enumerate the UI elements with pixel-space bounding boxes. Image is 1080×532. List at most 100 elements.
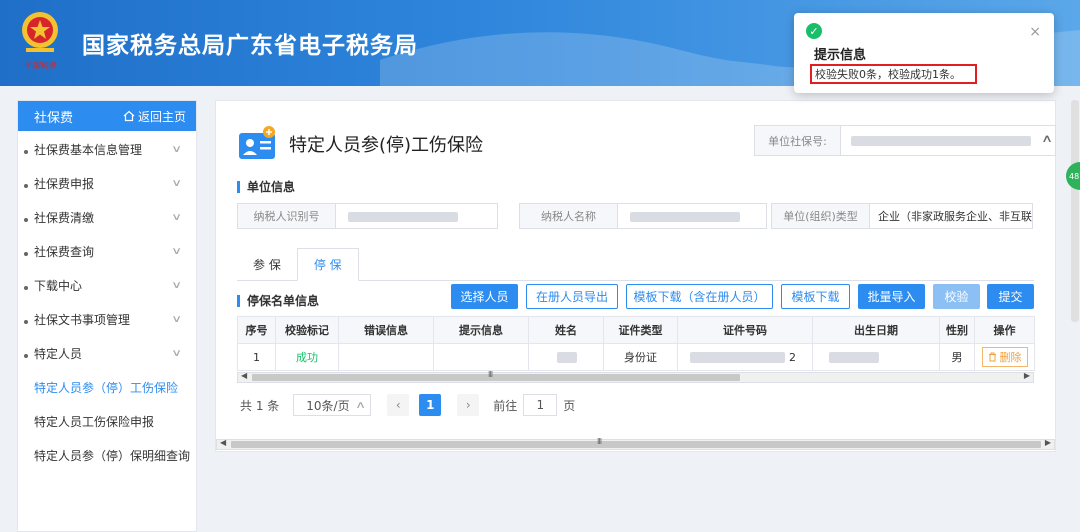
site-title: 国家税务总局广东省电子税务局 (82, 33, 418, 59)
col-header: 证件类型 (603, 316, 678, 344)
sidebar-header: 社保费 返回主页 (18, 101, 196, 131)
redacted-value (851, 136, 1031, 146)
close-icon[interactable]: × (1029, 24, 1041, 40)
scrollbar-thumb[interactable] (231, 441, 1041, 448)
table-horizontal-scrollbar[interactable]: ◀ III ▶ (237, 370, 1034, 383)
sidebar: 社保费 返回主页 社保费基本信息管理 ∨ 社保费申报 ∨ 社保费清缴 ∨ 社保费查询 ∨… (17, 100, 197, 532)
taxpayer-name-value (618, 204, 766, 228)
panel-horizontal-scrollbar[interactable]: ◀ III ▶ (216, 437, 1055, 450)
cell-error (338, 343, 434, 371)
col-header: 出生日期 (812, 316, 940, 344)
home-label: 返回主页 (137, 109, 186, 124)
chevron-down-icon: ∨ (170, 143, 182, 155)
section-title-list: 停保名单信息 (237, 295, 319, 307)
chevron-down-icon: ∨ (170, 177, 182, 189)
home-icon (123, 110, 135, 122)
scroll-left-arrow-icon[interactable]: ◀ (241, 371, 247, 380)
next-page-button[interactable]: › (457, 394, 480, 416)
scroll-left-arrow-icon[interactable]: ◀ (220, 438, 226, 447)
sidebar-item-documents[interactable]: 社保文书事项管理 ∨ (18, 302, 196, 336)
org-type-field: 单位(组织)类型 企业（非家政服务企业、非互联网 (771, 203, 1033, 229)
home-link[interactable]: 返回主页 (123, 108, 186, 125)
col-header: 操作 (974, 316, 1035, 344)
cell-action: 删除 (974, 343, 1035, 371)
col-header: 校验标记 (275, 316, 339, 344)
taxpayer-id-field: 纳税人识别号 (237, 203, 498, 229)
page-title: 特定人员参(停)工伤保险 (289, 135, 484, 156)
stop-list-table: 序号 校验标记 错误信息 提示信息 姓名 证件类型 证件号码 出生日期 性别 操… (237, 316, 1035, 371)
taxpayer-id-value (336, 204, 497, 228)
page-size-select[interactable]: 10条/页 ∧ (293, 394, 372, 416)
main-panel: 特定人员参(停)工伤保险 单位社保号: ∧ 单位信息 纳税人识别号 纳税人名称 … (215, 100, 1056, 452)
section-title-unit: 单位信息 (237, 181, 295, 193)
success-check-icon: ✓ (806, 23, 822, 39)
sidebar-subitem-injury-declare[interactable]: 特定人员工伤保险申报 (18, 404, 196, 438)
cell-no: 1 (237, 343, 276, 371)
cell-verify-mark: 成功 (275, 343, 339, 371)
template-download-button[interactable]: 模板下载 (781, 284, 850, 309)
scrollbar-grip-icon: III (597, 437, 602, 446)
sidebar-subitem-detail-query[interactable]: 特定人员参（停）保明细查询 (18, 438, 196, 472)
sidebar-item-declare[interactable]: 社保费申报 ∨ (18, 166, 196, 200)
sidebar-item-special-persons[interactable]: 特定人员 ∨ (18, 336, 196, 370)
sidebar-subitem-injury-enroll[interactable]: 特定人员参（停）工伤保险 (18, 370, 196, 404)
taxpayer-id-label: 纳税人识别号 (238, 204, 336, 228)
cell-id-type: 身份证 (603, 343, 678, 371)
tab-enroll[interactable]: 参 保 (237, 248, 297, 281)
unit-social-no-select[interactable]: 单位社保号: ∧ (754, 125, 1056, 156)
current-page-button[interactable]: 1 (419, 394, 442, 416)
cell-name (528, 343, 604, 371)
chevron-down-icon: ∨ (170, 313, 182, 325)
sidebar-item-query[interactable]: 社保费查询 ∨ (18, 234, 196, 268)
table-row: 1 成功 身份证 2 男 删除 (237, 343, 1035, 371)
sidebar-item-payment[interactable]: 社保费清缴 ∨ (18, 200, 196, 234)
toast-message: 校验失败0条，校验成功1条。 (810, 64, 977, 84)
tab-stop[interactable]: 停 保 (296, 248, 359, 281)
sidebar-item-label: 下载中心 (34, 278, 83, 293)
template-with-persons-button[interactable]: 模板下载（含在册人员） (626, 284, 773, 309)
scroll-right-arrow-icon[interactable]: ▶ (1045, 438, 1051, 447)
submit-button[interactable]: 提交 (987, 284, 1034, 309)
page-vertical-scrollbar[interactable] (1071, 100, 1079, 322)
chevron-down-icon: ∨ (170, 245, 182, 257)
svg-text:中国税务: 中国税务 (24, 61, 57, 70)
delete-label: 删除 (999, 351, 1022, 364)
sidebar-item-basic-info[interactable]: 社保费基本信息管理 ∨ (18, 132, 196, 166)
id-number-tail: 2 (789, 351, 796, 364)
sidebar-item-label: 社保费申报 (34, 176, 95, 191)
col-header: 序号 (237, 316, 276, 344)
export-button[interactable]: 在册人员导出 (526, 284, 618, 309)
col-header: 错误信息 (338, 316, 434, 344)
scroll-right-arrow-icon[interactable]: ▶ (1024, 371, 1030, 380)
toast-title: 提示信息 (814, 48, 867, 63)
select-person-button[interactable]: 选择人员 (451, 284, 518, 309)
scrollbar-thumb[interactable] (252, 374, 740, 381)
batch-import-button[interactable]: 批量导入 (858, 284, 925, 309)
cell-id-number: 2 (677, 343, 813, 371)
sidebar-item-label: 社保文书事项管理 (34, 312, 131, 327)
prev-page-button[interactable]: ‹ (387, 394, 410, 416)
goto-page-input[interactable]: 1 (523, 394, 558, 416)
col-header: 姓名 (528, 316, 604, 344)
cell-gender: 男 (939, 343, 975, 371)
page-size-value: 10条/页 (306, 398, 350, 413)
sidebar-item-label: 社保费基本信息管理 (34, 142, 143, 157)
chevron-up-icon: ∧ (355, 399, 367, 411)
trash-icon (988, 352, 996, 362)
sidebar-title: 社保费 (34, 110, 74, 126)
person-card-icon (239, 126, 275, 159)
goto-label: 前往 (493, 398, 518, 413)
chevron-down-icon: ∨ (170, 279, 182, 291)
side-floating-badge[interactable]: 48 (1066, 162, 1080, 190)
cell-hint (433, 343, 529, 371)
scrollbar-grip-icon: III (488, 370, 493, 379)
cell-birth-date (812, 343, 940, 371)
delete-row-button[interactable]: 删除 (981, 347, 1028, 367)
col-header: 性别 (939, 316, 975, 344)
taxpayer-name-label: 纳税人名称 (520, 204, 618, 228)
chevron-up-icon: ∧ (1040, 132, 1054, 145)
sidebar-item-download[interactable]: 下载中心 ∨ (18, 268, 196, 302)
taxpayer-name-field: 纳税人名称 (519, 203, 767, 229)
verify-button[interactable]: 校验 (933, 284, 980, 309)
chevron-down-icon: ∨ (170, 211, 182, 223)
